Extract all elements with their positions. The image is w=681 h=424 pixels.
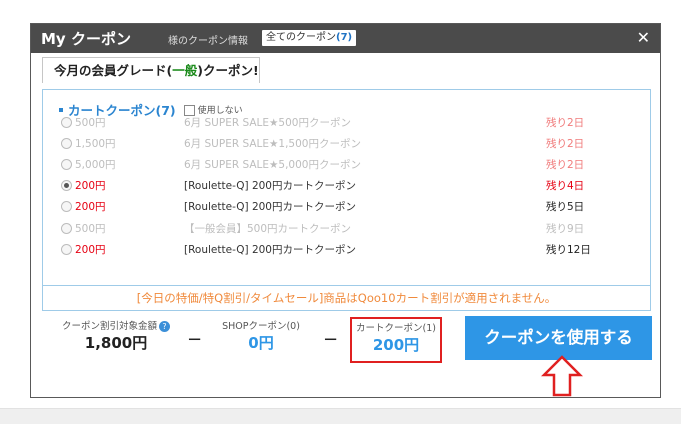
- coupon-amount: 1,500円: [75, 138, 116, 150]
- tab-all-coupons[interactable]: 全てのクーポン(7): [262, 30, 357, 46]
- tab-my-coupon-info[interactable]: 様のクーポン情報: [168, 32, 248, 47]
- page-footer-band: [0, 408, 681, 424]
- up-arrow-annotation-icon: [541, 355, 583, 397]
- grade-level: 一般: [172, 63, 198, 78]
- coupon-remaining: 残り2日: [546, 138, 585, 150]
- title-prefix: My: [41, 30, 66, 48]
- coupon-remaining: 残り12日: [546, 244, 591, 256]
- coupon-radio: [61, 223, 72, 234]
- minus-sign-2: −: [323, 329, 339, 350]
- coupon-radio[interactable]: [61, 180, 72, 191]
- shop-coupon-label: SHOPクーポン(0): [222, 321, 300, 332]
- coupon-name: 6月 SUPER SALE★1,500円クーポン: [184, 138, 361, 150]
- coupon-name: 6月 SUPER SALE★5,000円クーポン: [184, 159, 361, 171]
- coupon-row[interactable]: 200円 [Roulette-Q] 200円カートクーポン 残り12日: [61, 241, 641, 259]
- coupon-row[interactable]: 200円 [Roulette-Q] 200円カートクーポン 残り4日: [61, 177, 641, 195]
- target-amount-value: 1,800円: [84, 334, 148, 352]
- target-amount-block: クーポン割引対象金額? 1,800円: [51, 318, 181, 353]
- cart-coupon-list: カートクーポン(7) 使用しない 500円 6月 SUPER SALE★500円クー…: [42, 89, 651, 311]
- notice-text: [今日の特価/特Q割引/タイムセール]商品はQoo10カート割引が適用されません…: [43, 285, 650, 311]
- minus-sign-1: −: [187, 329, 203, 350]
- dialog-title: My クーポン: [41, 28, 131, 49]
- coupon-amount: 5,000円: [75, 159, 116, 171]
- coupon-row: 5,000円 6月 SUPER SALE★5,000円クーポン 残り2日: [61, 156, 641, 174]
- grade-suffix: )クーポン!: [197, 63, 259, 78]
- shop-coupon-block: SHOPクーポン(0) 0円: [206, 318, 316, 353]
- coupon-radio[interactable]: [61, 244, 72, 255]
- shop-coupon-value: 0円: [248, 334, 274, 352]
- coupon-amount: 200円: [75, 201, 106, 213]
- tab-all-label: 全てのクーポン: [266, 32, 336, 43]
- coupon-amount: 200円: [75, 180, 106, 192]
- title-rest: クーポン: [65, 30, 131, 48]
- dialog-titlebar: My クーポン 様のクーポン情報 全てのクーポン(7) ✕: [31, 24, 660, 53]
- cart-coupon-header: カートクーポン(7) 使用しない: [59, 99, 243, 118]
- close-icon[interactable]: ✕: [637, 28, 650, 47]
- grade-coupon-tab[interactable]: 今月の会員グレード(一般)クーポン!: [42, 57, 260, 83]
- coupon-name: [Roulette-Q] 200円カートクーポン: [184, 244, 356, 256]
- coupon-radio[interactable]: [61, 201, 72, 212]
- coupon-remaining: 残り4日: [546, 180, 585, 192]
- coupon-radio: [61, 117, 72, 128]
- coupon-row[interactable]: 200円 [Roulette-Q] 200円カートクーポン 残り5日: [61, 198, 641, 216]
- coupon-row: 1,500円 6月 SUPER SALE★1,500円クーポン 残り2日: [61, 135, 641, 153]
- grade-prefix: 今月の会員グレード(: [54, 63, 173, 78]
- coupon-radio: [61, 138, 72, 149]
- cart-coupon-highlight-box: [350, 317, 442, 363]
- target-amount-label: クーポン割引対象金額?: [51, 318, 181, 332]
- target-amount-text: クーポン割引対象金額: [61, 321, 157, 332]
- coupon-name: [Roulette-Q] 200円カートクーポン: [184, 180, 356, 192]
- coupon-radio: [61, 159, 72, 170]
- coupon-amount: 500円: [75, 223, 106, 235]
- coupon-dialog: My クーポン 様のクーポン情報 全てのクーポン(7) ✕ 今月の会員グレード(…: [30, 23, 661, 398]
- coupon-amount: 200円: [75, 244, 106, 256]
- coupon-name: [Roulette-Q] 200円カートクーポン: [184, 201, 356, 213]
- tab-all-count: (7): [336, 32, 353, 43]
- coupon-name: 6月 SUPER SALE★500円クーポン: [184, 117, 351, 129]
- coupon-remaining: 残り2日: [546, 159, 585, 171]
- bullet-icon: [59, 107, 63, 112]
- use-coupon-button[interactable]: クーポンを使用する: [465, 316, 652, 360]
- help-icon[interactable]: ?: [159, 321, 170, 332]
- coupon-remaining: 残り5日: [546, 201, 585, 213]
- coupon-remaining: 残り9日: [546, 223, 585, 235]
- coupon-row: 500円 6月 SUPER SALE★500円クーポン 残り2日: [61, 114, 641, 132]
- coupon-remaining: 残り2日: [546, 117, 585, 129]
- coupon-row: 500円 【一般会員】500円カートクーポン 残り9日: [61, 220, 641, 238]
- coupon-name: 【一般会員】500円カートクーポン: [184, 223, 352, 235]
- coupon-amount: 500円: [75, 117, 106, 129]
